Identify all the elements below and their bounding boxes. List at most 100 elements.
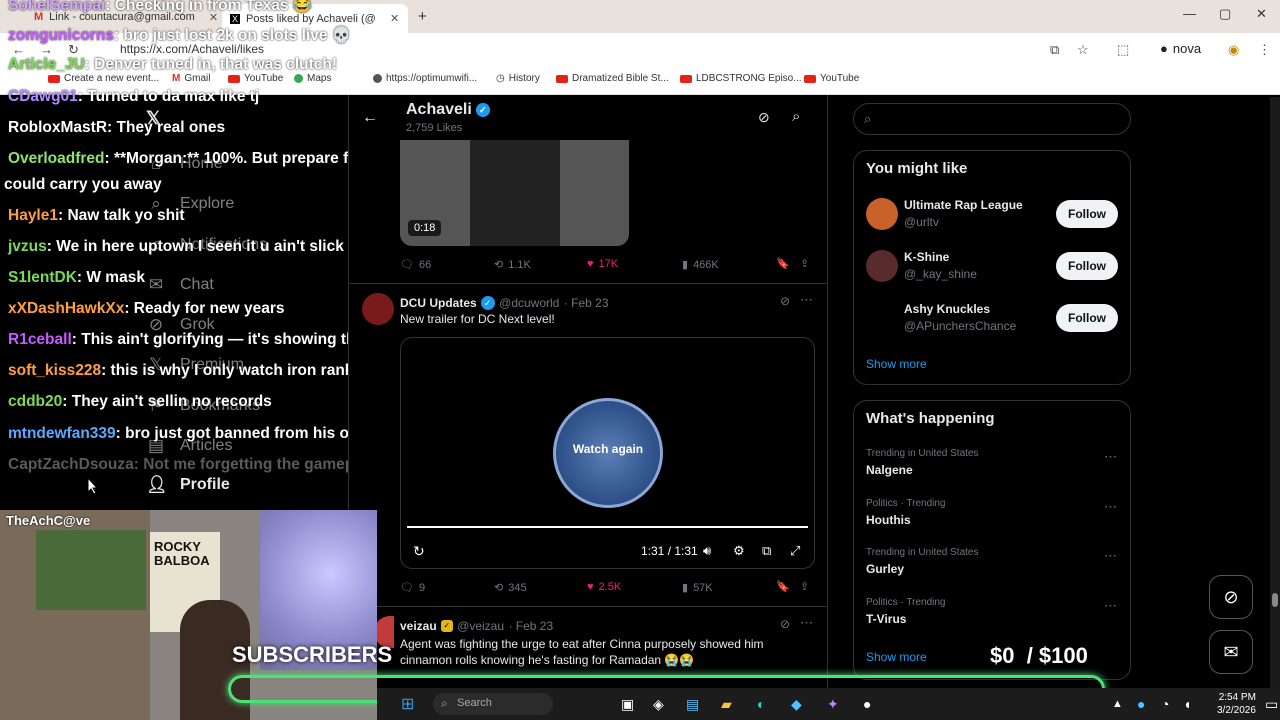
share-icon[interactable]: ⇪ — [800, 257, 809, 270]
settings-icon[interactable]: ⚙ — [733, 543, 745, 559]
views-button[interactable]: ▮ 57K — [682, 581, 713, 595]
grok-icon[interactable]: ⊘ — [780, 294, 790, 308]
like-button[interactable]: ♥ 17K — [587, 258, 618, 270]
fullscreen-icon[interactable]: ⤢ — [790, 543, 800, 559]
minimize-icon[interactable]: — — [1183, 6, 1196, 21]
trend-name[interactable]: Nalgene — [866, 463, 913, 477]
show-more-link[interactable]: Show more — [866, 357, 927, 371]
avatar[interactable] — [866, 198, 898, 230]
search-icon[interactable]: ⌕ — [792, 108, 800, 125]
back-arrow-icon[interactable]: ← — [362, 109, 378, 127]
bookmark-item[interactable]: Create a new event... — [48, 73, 159, 84]
avatar[interactable] — [362, 293, 394, 325]
reply-count: 66 — [418, 258, 432, 271]
suggestion-name[interactable]: Ashy Knuckles — [904, 302, 990, 316]
maximize-icon[interactable]: ▢ — [1219, 6, 1231, 22]
bookmark-item[interactable]: M Gmail — [172, 73, 210, 84]
progress-bar[interactable] — [407, 526, 808, 528]
trend-name[interactable]: Gurley — [866, 562, 904, 576]
pip-icon[interactable]: ⧉ — [762, 543, 771, 559]
more-icon[interactable]: ⋯ — [1104, 499, 1117, 515]
notification-icon[interactable]: ▭ — [1265, 696, 1278, 713]
suggestion-name[interactable]: K-Shine — [904, 250, 949, 264]
bookmark-item[interactable]: Maps — [294, 73, 331, 84]
app-icon[interactable]: ◆ — [791, 696, 802, 713]
profile-button[interactable]: ● nova — [1160, 41, 1201, 56]
bookmark-label: Create a new event... — [64, 73, 160, 84]
follow-button[interactable]: Follow — [1056, 200, 1118, 228]
follow-button[interactable]: Follow — [1056, 304, 1118, 332]
bookmark-icon[interactable]: 🔖 — [776, 580, 790, 593]
chevron-up-icon[interactable]: ▲ — [1112, 698, 1123, 710]
post-date[interactable]: · Feb 23 — [564, 296, 609, 310]
mic-icon[interactable]: ● — [1137, 696, 1145, 712]
post-date[interactable]: · Feb 23 — [508, 619, 553, 633]
author-name[interactable]: DCU Updates — [400, 296, 477, 310]
avatar[interactable] — [866, 250, 898, 282]
views-button[interactable]: ▮ 466K — [682, 258, 719, 272]
volume-icon[interactable]: ◖ — [1183, 696, 1191, 712]
grok-fab-button[interactable]: ⊘ — [1209, 575, 1253, 619]
bookmark-item[interactable]: Dramatized Bible St... — [556, 73, 669, 84]
show-more-link[interactable]: Show more — [866, 650, 927, 664]
like-button[interactable]: ♥ 2.5K — [587, 581, 621, 593]
author-name[interactable]: veizau — [400, 619, 437, 633]
wifi-icon[interactable]: ◔ — [1161, 696, 1169, 712]
extensions-icon[interactable]: ⬚ — [1117, 42, 1129, 58]
share-icon[interactable]: ⇪ — [800, 580, 809, 593]
app-icon[interactable]: ◈ — [653, 696, 664, 713]
bookmark-label: https://optimumwifi... — [386, 73, 478, 84]
more-icon[interactable]: ⋯ — [800, 615, 813, 631]
clock[interactable]: 2:54 PM 3/2/2026 — [1217, 691, 1256, 717]
trend-name[interactable]: Houthis — [866, 513, 911, 527]
repost-button[interactable]: ⟲ 345 — [494, 581, 527, 595]
more-icon[interactable]: ⋯ — [1104, 548, 1117, 564]
star-icon[interactable]: ☆ — [1077, 42, 1089, 58]
video-player[interactable]: Watch again ↻ 1:31 / 1:31 🔊︎ ⚙ ⧉ ⤢ — [400, 337, 815, 569]
grok-icon[interactable]: ⊘ — [758, 109, 770, 126]
windows-start-icon[interactable]: ⊞ — [401, 694, 414, 714]
bookmark-item[interactable]: LDBCSTRONG Episo... — [680, 73, 802, 84]
scrollbar-thumb[interactable] — [1272, 593, 1278, 607]
follow-button[interactable]: Follow — [1056, 252, 1118, 280]
reply-button[interactable]: 🗨 66 — [400, 258, 432, 272]
install-icon[interactable]: ⧉ — [1050, 42, 1059, 58]
search-input[interactable]: ⌕ — [853, 103, 1131, 135]
bookmark-icon[interactable]: 🔖 — [776, 257, 790, 270]
reply-button[interactable]: 🗨 9 — [400, 581, 425, 595]
bookmark-item[interactable]: ◷ History — [496, 73, 540, 84]
taskbar-search[interactable]: ⌕ Search — [433, 693, 553, 715]
heart-icon: ♥ — [587, 581, 594, 593]
bookmark-item[interactable]: YouTube — [804, 73, 859, 84]
video-thumbnail[interactable]: 0:18 — [400, 140, 629, 246]
bookmark-item[interactable]: https://optimumwifi... — [373, 73, 477, 84]
suggestion-handle: @urltv — [904, 215, 939, 229]
suggestion-name[interactable]: Ultimate Rap League — [904, 198, 1023, 212]
more-icon[interactable]: ⋯ — [1104, 598, 1117, 614]
grok-icon[interactable]: ⊘ — [780, 617, 790, 631]
bookmark-label: Dramatized Bible St... — [572, 73, 669, 84]
messages-fab-button[interactable]: ✉ — [1209, 630, 1253, 674]
trend-name[interactable]: T-Virus — [866, 612, 906, 626]
edge-icon[interactable]: ◐ — [757, 696, 765, 712]
close-window-icon[interactable]: ✕ — [1256, 6, 1267, 22]
nav-item-profile[interactable]: 👤︎ Profile — [146, 475, 230, 495]
replay-icon[interactable]: ↻ — [413, 543, 425, 560]
watch-again-button[interactable]: Watch again — [553, 442, 663, 456]
close-icon[interactable]: ✕ — [390, 12, 399, 25]
scrollbar[interactable] — [1270, 97, 1280, 688]
volume-icon[interactable]: 🔊︎ — [703, 543, 711, 559]
bookmark-item[interactable]: YouTube — [228, 73, 283, 84]
nav-item-chat[interactable]: ✉ Chat — [146, 275, 214, 295]
app-icon[interactable]: ● — [863, 696, 871, 712]
menu-icon[interactable]: ⋮ — [1258, 42, 1271, 58]
more-icon[interactable]: ⋯ — [1104, 449, 1117, 465]
task-view-icon[interactable]: ▣ — [621, 696, 634, 713]
folder-icon[interactable]: ▰ — [721, 696, 732, 713]
app-icon[interactable]: ▤ — [686, 696, 699, 713]
account-icon[interactable]: ◉ — [1228, 42, 1239, 58]
new-tab-icon[interactable]: + — [418, 8, 427, 25]
app-icon[interactable]: ✦ — [827, 696, 839, 713]
repost-button[interactable]: ⟲ 1.1K — [494, 258, 531, 272]
more-icon[interactable]: ⋯ — [800, 292, 813, 308]
